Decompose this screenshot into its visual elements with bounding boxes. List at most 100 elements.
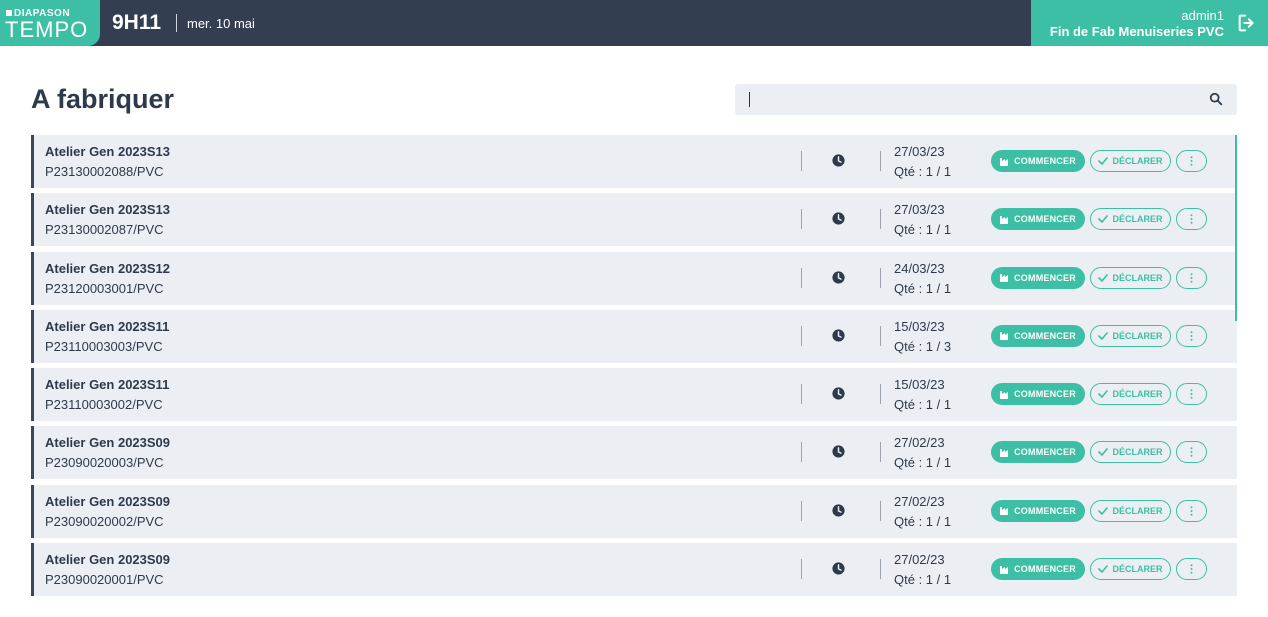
order-row[interactable]: Atelier Gen 2023S11 P23110003003/PVC 15/…	[31, 309, 1237, 363]
row-divider	[801, 559, 802, 580]
declare-button[interactable]: DÉCLARER	[1090, 383, 1171, 406]
factory-icon	[1000, 507, 1009, 516]
more-options-button[interactable]	[1176, 441, 1207, 464]
declare-button[interactable]: DÉCLARER	[1090, 499, 1171, 522]
logo-product: TEMPO	[5, 17, 89, 42]
header-divider	[176, 14, 177, 32]
current-date: mer. 10 mai	[187, 16, 255, 31]
declare-button-label: DÉCLARER	[1112, 505, 1163, 516]
clock-icon	[832, 387, 845, 400]
clock-icon	[832, 504, 845, 517]
app-logo: DIAPASON TEMPO	[0, 0, 100, 46]
order-quantity: Qté : 1 / 1	[894, 280, 952, 296]
check-icon	[1098, 506, 1109, 515]
order-reference: P23110003002/PVC	[45, 397, 163, 413]
more-vertical-icon	[1190, 447, 1193, 458]
search-input[interactable]	[735, 84, 1237, 115]
order-atelier: Atelier Gen 2023S12	[45, 260, 171, 276]
order-row[interactable]: Atelier Gen 2023S12 P23120003001/PVC 24/…	[31, 251, 1237, 305]
declare-button-label: DÉCLARER	[1112, 447, 1163, 458]
user-name: admin1	[1181, 8, 1224, 23]
order-atelier: Atelier Gen 2023S09	[45, 552, 171, 568]
declare-button[interactable]: DÉCLARER	[1090, 558, 1171, 581]
order-quantity: Qté : 1 / 1	[894, 455, 952, 471]
declare-button-label: DÉCLARER	[1112, 214, 1163, 225]
factory-icon	[1000, 274, 1009, 283]
more-vertical-icon	[1190, 214, 1193, 225]
row-divider	[801, 267, 802, 288]
order-row[interactable]: Atelier Gen 2023S13 P23130002087/PVC 27/…	[31, 193, 1237, 247]
clock-icon	[832, 562, 845, 575]
order-quantity: Qté : 1 / 3	[894, 338, 952, 354]
order-date: 24/03/23	[894, 260, 945, 276]
start-button[interactable]: COMMENCER	[991, 208, 1085, 231]
row-divider	[801, 384, 802, 405]
declare-button[interactable]: DÉCLARER	[1090, 441, 1171, 464]
logo-square-icon	[6, 10, 12, 16]
user-panel: admin1 Fin de Fab Menuiseries PVC	[1031, 0, 1268, 46]
start-button-label: COMMENCER	[1014, 272, 1076, 283]
start-button[interactable]: COMMENCER	[991, 441, 1085, 464]
check-icon	[1098, 448, 1109, 457]
more-options-button[interactable]	[1176, 208, 1207, 231]
start-button-label: COMMENCER	[1014, 564, 1076, 575]
clock-icon	[832, 329, 845, 342]
order-row[interactable]: Atelier Gen 2023S09 P23090020003/PVC 27/…	[31, 426, 1237, 480]
declare-button[interactable]: DÉCLARER	[1090, 150, 1171, 172]
page-title: A fabriquer	[31, 84, 175, 114]
more-vertical-icon	[1190, 505, 1193, 516]
check-icon	[1098, 332, 1109, 340]
start-button[interactable]: COMMENCER	[991, 383, 1085, 406]
order-row[interactable]: Atelier Gen 2023S13 P23130002088/PVC 27/…	[31, 135, 1237, 188]
start-button[interactable]: COMMENCER	[991, 499, 1085, 522]
more-options-button[interactable]	[1176, 266, 1207, 289]
order-date: 15/03/23	[894, 377, 945, 393]
factory-icon	[1000, 215, 1009, 224]
more-vertical-icon	[1190, 156, 1193, 166]
order-quantity: Qté : 1 / 1	[894, 397, 952, 413]
row-divider	[801, 500, 802, 521]
logout-icon[interactable]	[1236, 12, 1258, 34]
order-atelier: Atelier Gen 2023S09	[45, 493, 171, 509]
order-reference: P23090020001/PVC	[45, 572, 164, 588]
more-options-button[interactable]	[1176, 383, 1207, 406]
declare-button[interactable]: DÉCLARER	[1090, 266, 1171, 289]
order-date: 15/03/23	[894, 318, 945, 334]
more-options-button[interactable]	[1176, 150, 1207, 172]
order-row[interactable]: Atelier Gen 2023S09 P23090020001/PVC 27/…	[31, 543, 1237, 597]
order-reference: P23110003003/PVC	[45, 338, 163, 354]
declare-button-label: DÉCLARER	[1112, 156, 1163, 166]
order-reference: P23130002087/PVC	[45, 222, 164, 238]
factory-icon	[1000, 448, 1009, 457]
start-button[interactable]: COMMENCER	[991, 266, 1085, 289]
check-icon	[1098, 215, 1109, 224]
order-atelier: Atelier Gen 2023S11	[45, 318, 170, 334]
start-button[interactable]: COMMENCER	[991, 150, 1085, 172]
row-divider	[801, 325, 802, 346]
order-atelier: Atelier Gen 2023S13	[45, 202, 171, 218]
row-divider	[880, 442, 881, 463]
list-scrollbar[interactable]	[1235, 135, 1237, 321]
search-icon[interactable]	[1209, 92, 1223, 106]
order-reference: P23130002088/PVC	[45, 164, 164, 179]
order-row[interactable]: Atelier Gen 2023S11 P23110003002/PVC 15/…	[31, 368, 1237, 422]
more-options-button[interactable]	[1176, 558, 1207, 581]
start-button[interactable]: COMMENCER	[991, 324, 1085, 347]
row-divider	[801, 442, 802, 463]
start-button-label: COMMENCER	[1014, 389, 1076, 400]
more-options-button[interactable]	[1176, 324, 1207, 347]
more-vertical-icon	[1190, 331, 1193, 341]
row-divider	[801, 151, 802, 171]
declare-button[interactable]: DÉCLARER	[1090, 324, 1171, 347]
clock-icon	[832, 271, 845, 284]
declare-button[interactable]: DÉCLARER	[1090, 208, 1171, 231]
factory-icon	[1000, 332, 1009, 341]
more-options-button[interactable]	[1176, 499, 1207, 522]
top-bar: DIAPASON TEMPO 9H11 mer. 10 mai admin1 F…	[0, 0, 1268, 46]
clock-icon	[832, 154, 845, 167]
more-vertical-icon	[1190, 272, 1193, 283]
order-row[interactable]: Atelier Gen 2023S09 P23090020002/PVC 27/…	[31, 484, 1237, 538]
order-quantity: Qté : 1 / 1	[894, 513, 952, 529]
start-button-label: COMMENCER	[1014, 156, 1076, 166]
start-button[interactable]: COMMENCER	[991, 558, 1085, 581]
